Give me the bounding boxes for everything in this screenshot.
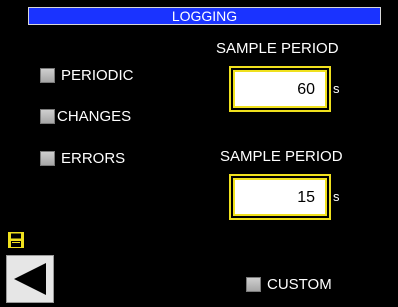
errors-checkbox[interactable]: [40, 150, 55, 166]
errors-label: ERRORS: [61, 149, 126, 167]
changes-option[interactable]: CHANGES: [40, 107, 131, 125]
errors-option[interactable]: ERRORS: [40, 149, 125, 167]
page-title: LOGGING: [171, 8, 238, 24]
custom-option[interactable]: CUSTOM: [246, 275, 332, 293]
custom-label: CUSTOM: [267, 275, 332, 293]
changes-label: CHANGES: [57, 107, 132, 125]
custom-checkbox[interactable]: [246, 276, 261, 292]
periodic-sample-period-input[interactable]: 60: [233, 70, 327, 108]
changes-sample-period-input[interactable]: 15: [233, 178, 327, 216]
periodic-sample-period-label: SAMPLE PERIOD: [216, 40, 339, 57]
title-bar: LOGGING: [28, 7, 381, 25]
periodic-option[interactable]: PERIODIC: [40, 66, 134, 84]
changes-checkbox[interactable]: [40, 108, 55, 124]
periodic-sample-period-unit: s: [333, 81, 340, 96]
changes-sample-period-field[interactable]: 15: [229, 174, 331, 220]
changes-sample-period-unit: s: [333, 189, 340, 204]
back-button[interactable]: [6, 255, 54, 303]
left-arrow-icon: [14, 263, 46, 295]
floppy-disk-icon[interactable]: [8, 232, 24, 248]
periodic-checkbox[interactable]: [40, 67, 55, 83]
changes-sample-period-label: SAMPLE PERIOD: [220, 148, 343, 165]
periodic-sample-period-value: 60: [297, 81, 315, 98]
periodic-label: PERIODIC: [61, 66, 134, 84]
periodic-sample-period-field[interactable]: 60: [229, 66, 331, 112]
changes-sample-period-value: 15: [297, 189, 315, 206]
